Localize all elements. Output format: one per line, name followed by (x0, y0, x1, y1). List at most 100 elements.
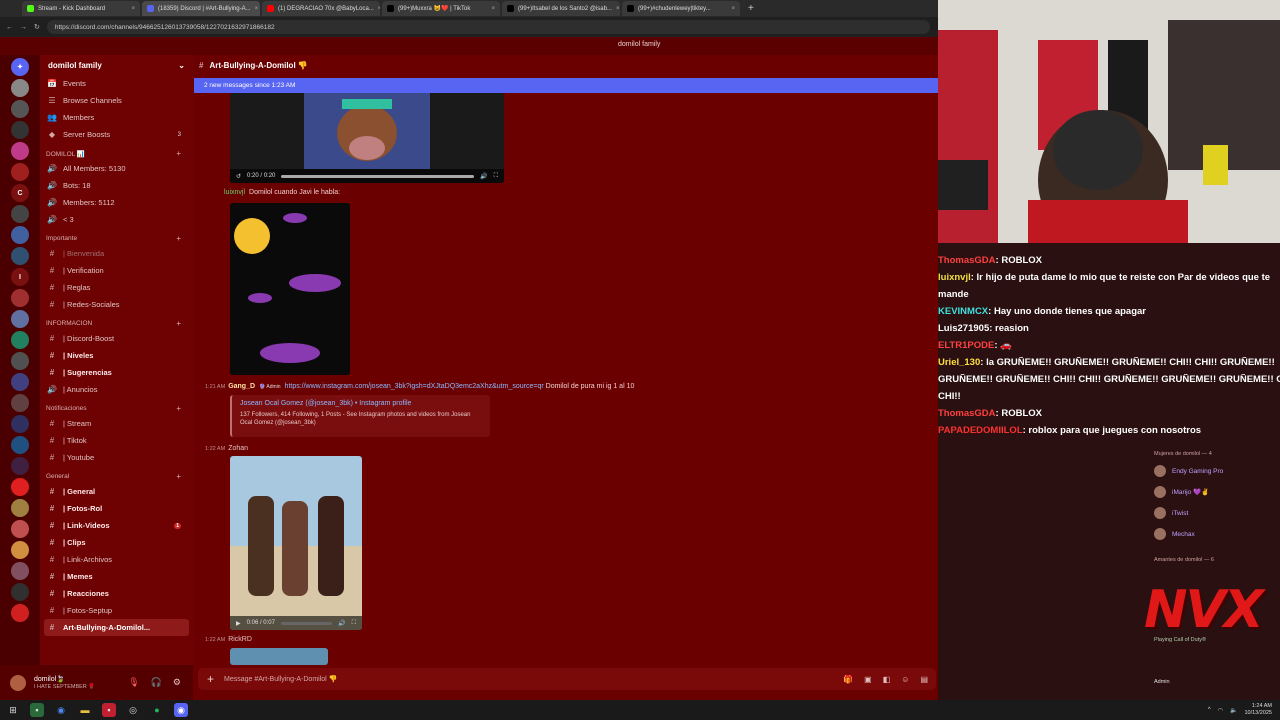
member-item[interactable]: Endy Gaming Pro (1154, 465, 1223, 477)
new-messages-bar[interactable]: 2 new messages since 1:23 AM (194, 78, 938, 93)
video-progress[interactable] (281, 174, 475, 178)
channel-item[interactable]: # | Youtube (40, 449, 193, 466)
reload-icon[interactable]: ↻ (34, 23, 40, 31)
channel-item[interactable]: # | Niveles (40, 347, 193, 364)
channel-item[interactable]: # | Redes-Sociales (40, 296, 193, 313)
server-icon[interactable] (11, 100, 29, 118)
member-item[interactable]: iMarijo 💜✌ (1154, 486, 1209, 498)
server-icon[interactable] (11, 541, 29, 559)
gear-icon[interactable]: ⚙ (173, 677, 181, 688)
channel-item[interactable]: # | Tiktok (40, 432, 193, 449)
browser-tab[interactable]: (99+)#chudenlewey|tiktey... × (622, 1, 740, 16)
add-channel-icon[interactable]: + (176, 149, 181, 158)
server-icon[interactable] (11, 79, 29, 97)
spotify-icon[interactable]: ● (150, 703, 164, 717)
add-channel-icon[interactable]: + (176, 472, 181, 481)
server-icon[interactable] (11, 163, 29, 181)
close-icon[interactable]: × (131, 6, 135, 12)
avatar[interactable] (10, 674, 26, 691)
server-icon[interactable]: C (11, 184, 29, 202)
server-icon[interactable] (11, 604, 29, 622)
channel-item[interactable]: # | Fotos-Septup (40, 602, 193, 619)
image-attachment[interactable] (230, 648, 328, 665)
server-icon[interactable] (11, 121, 29, 139)
message-input[interactable]: Message #Art-Bullying-A-Domilol 👎 (224, 675, 337, 683)
gif-icon[interactable]: ▣ (864, 675, 872, 684)
channel-item[interactable]: ◆ Server Boosts 3 (40, 126, 193, 143)
gift-icon[interactable]: 🎁 (843, 675, 853, 684)
mute-mic-icon[interactable]: 🎙 (128, 677, 139, 688)
play-icon[interactable]: ▶ (236, 620, 241, 627)
video-controls[interactable]: ↺ 0:20 / 0:20 🔊 ⛶ (230, 169, 504, 183)
windows-start-icon[interactable]: ⊞ (6, 703, 20, 717)
new-tab-icon[interactable]: + (748, 3, 754, 14)
message-author[interactable]: Gang_D (228, 383, 255, 390)
wifi-icon[interactable]: ◠ (1218, 707, 1223, 714)
channel-item[interactable]: 🔊 All Members: 5130 (40, 160, 193, 177)
channel-item[interactable]: # | Bienvenida (40, 245, 193, 262)
channel-item[interactable]: # | Clips (40, 534, 193, 551)
member-item[interactable]: Mechax (1154, 528, 1195, 540)
video-attachment[interactable]: ▶ 0:06 / 0:07 🔊 ⛶ (230, 456, 362, 630)
channel-item[interactable]: 📅 Events (40, 75, 193, 92)
chrome-icon[interactable]: ◉ (54, 703, 68, 717)
channel-item[interactable]: 🔊 Members: 5112 (40, 194, 193, 211)
member-item[interactable]: iTwist (1154, 507, 1188, 519)
replay-icon[interactable]: ↺ (236, 173, 241, 180)
message-author[interactable]: luixnvjl (224, 189, 245, 196)
forward-icon[interactable]: → (20, 24, 27, 31)
gif-attachment[interactable] (230, 203, 350, 375)
server-icon[interactable] (11, 373, 29, 391)
server-icon[interactable] (11, 583, 29, 601)
category-informacion[interactable]: INFORMACION + (40, 313, 193, 330)
chevron-up-icon[interactable]: ^ (1208, 707, 1211, 713)
server-icon[interactable] (11, 289, 29, 307)
server-icon[interactable] (11, 562, 29, 580)
browser-tab[interactable]: (1) DEGRACIAO 70x @BabyLoca... × (262, 1, 380, 16)
browser-tab[interactable]: (99+)Itsabel de los Santo2 @isab... × (502, 1, 620, 16)
add-channel-icon[interactable]: + (176, 319, 181, 328)
server-icon[interactable] (11, 436, 29, 454)
add-channel-icon[interactable]: + (176, 234, 181, 243)
volume-icon[interactable]: 🔊 (480, 173, 487, 180)
discord-icon[interactable]: ◉ (174, 703, 188, 717)
browser-tab[interactable]: Stream - Kick Dashboard × (22, 1, 140, 16)
message-composer[interactable]: + Message #Art-Bullying-A-Domilol 👎 🎁 ▣ … (198, 668, 936, 690)
back-icon[interactable]: ← (6, 24, 13, 31)
close-icon[interactable]: × (731, 6, 735, 12)
add-channel-icon[interactable]: + (176, 404, 181, 413)
close-icon[interactable]: × (255, 6, 259, 12)
channel-item[interactable]: # | Stream (40, 415, 193, 432)
server-icon[interactable] (11, 247, 29, 265)
server-icon[interactable] (11, 226, 29, 244)
add-attachment-icon[interactable]: + (207, 672, 214, 686)
message-link[interactable]: https://www.instagram.com/josean_3bk?igs… (285, 383, 544, 390)
video-progress[interactable] (280, 621, 333, 625)
apps-icon[interactable]: ▤ (920, 675, 928, 684)
browser-tab[interactable]: (99+)Muxxra 😺❤️ | TikTok × (382, 1, 500, 16)
server-icon[interactable] (11, 352, 29, 370)
category-general[interactable]: General + (40, 466, 193, 483)
emoji-icon[interactable]: ☺ (901, 675, 909, 684)
category-importante[interactable]: Importante + (40, 228, 193, 245)
close-icon[interactable]: × (491, 6, 495, 12)
video-attachment[interactable]: ↺ 0:20 / 0:20 🔊 ⛶ (230, 93, 504, 183)
channel-item[interactable]: # | Link-Videos 1 (40, 517, 193, 534)
terminal-icon[interactable]: ▪ (30, 703, 44, 717)
fullscreen-icon[interactable]: ⛶ (494, 173, 498, 180)
channel-item[interactable]: # | Verification (40, 262, 193, 279)
url-field[interactable]: https://discord.com/channels/94662512601… (46, 20, 930, 34)
channel-item[interactable]: # | Sugerencias (40, 364, 193, 381)
channel-item[interactable]: ☰ Browse Channels (40, 92, 193, 109)
message-author[interactable]: RickRD (228, 636, 252, 643)
server-icon[interactable] (11, 142, 29, 160)
category-domilol[interactable]: DOMILOL 📊 + (40, 143, 193, 160)
channel-item[interactable]: # | Discord-Boost (40, 330, 193, 347)
sticker-icon[interactable]: ◧ (883, 675, 891, 684)
server-icon[interactable] (11, 310, 29, 328)
message-author[interactable]: Zohan (228, 445, 248, 452)
server-icon[interactable] (11, 331, 29, 349)
video-controls[interactable]: ▶ 0:06 / 0:07 🔊 ⛶ (230, 616, 362, 630)
channel-item[interactable]: 👥 Members (40, 109, 193, 126)
headphones-icon[interactable]: 🎧 (151, 677, 162, 688)
